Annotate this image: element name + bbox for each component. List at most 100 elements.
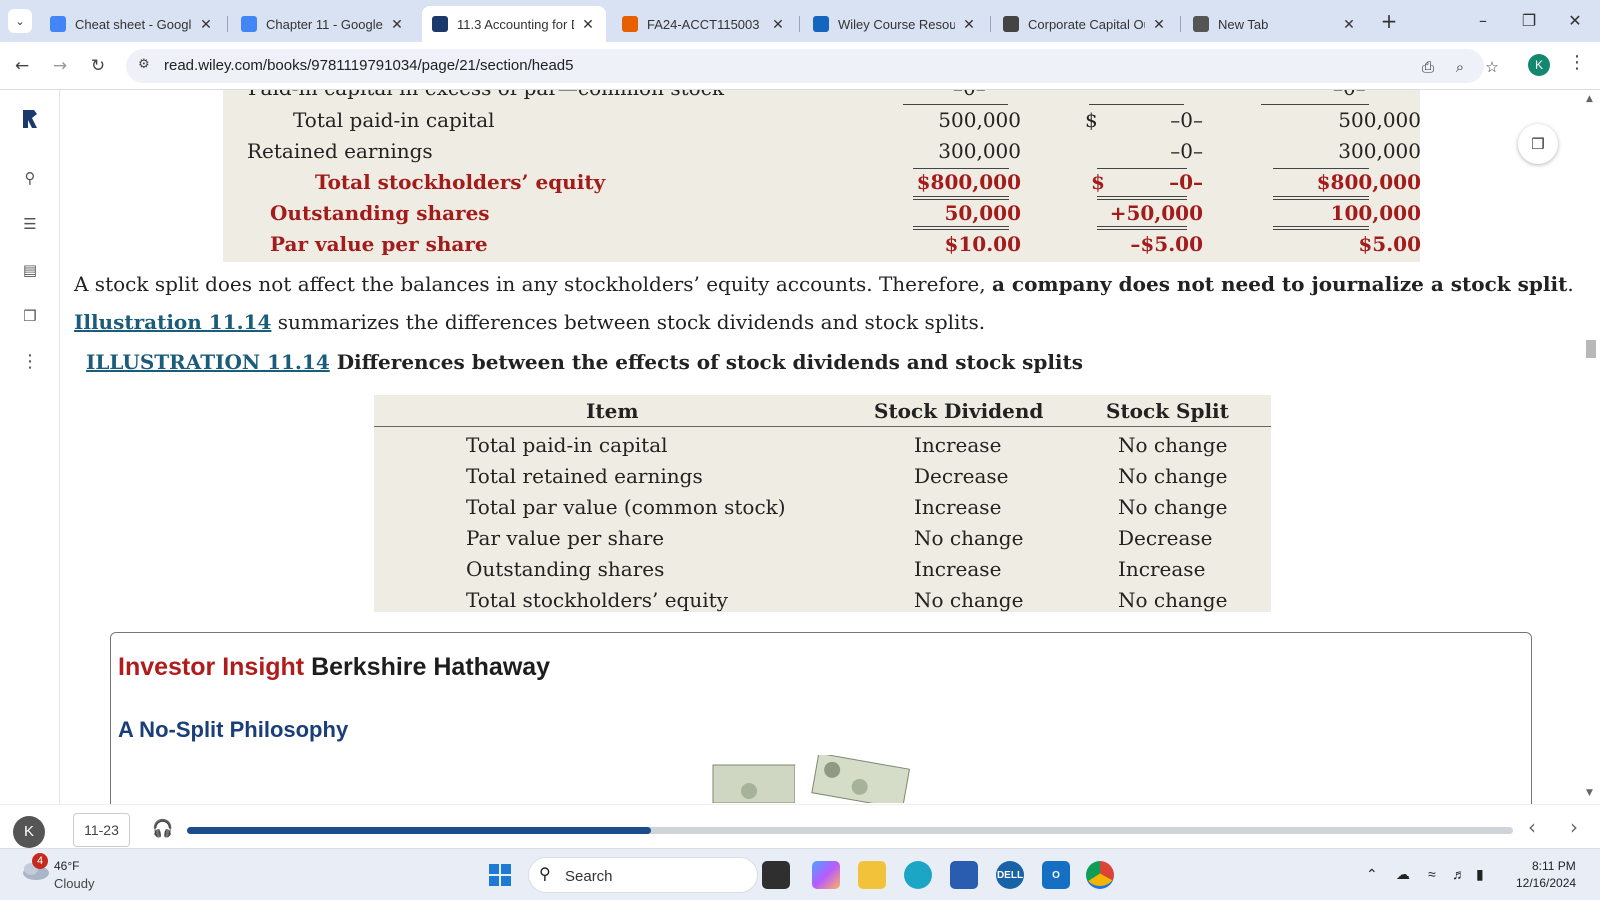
table-row: Total stockholders’ equity $800,000 $ –0…: [315, 170, 1421, 194]
weather-condition[interactable]: Cloudy: [54, 876, 94, 891]
stock-split-effects-table: Paid-in capital in excess of par—common …: [223, 90, 1421, 262]
outlook-icon[interactable]: O: [1042, 861, 1070, 889]
close-tab-icon[interactable]: ✕: [770, 16, 786, 33]
site-settings-icon[interactable]: ⚙: [138, 57, 150, 72]
taskbar-search[interactable]: ⚲ Search: [528, 857, 758, 893]
clock-date[interactable]: 12/16/2024: [1516, 876, 1576, 890]
clock-time[interactable]: 8:11 PM: [1532, 859, 1576, 873]
column-header: Stock Dividend: [874, 399, 1044, 423]
table-row: Par value per share $10.00 –$5.00 $5.00: [270, 232, 1421, 256]
close-tab-icon[interactable]: ✕: [1341, 16, 1357, 33]
table-of-contents-icon[interactable]: ☰: [18, 212, 42, 236]
close-tab-icon[interactable]: ✕: [389, 16, 405, 33]
illustration-label-link[interactable]: ILLUSTRATION 11.14: [86, 350, 330, 374]
chatgpt-icon: [1003, 16, 1019, 32]
tab-title: Cheat sheet - Google: [75, 16, 192, 32]
zoom-icon[interactable]: ⌕: [1448, 55, 1472, 79]
search-icon[interactable]: ⚲: [18, 166, 42, 190]
wifi-icon[interactable]: ≈: [1428, 866, 1436, 882]
chrome-icon[interactable]: [1086, 861, 1114, 889]
windows-start-icon[interactable]: [488, 863, 512, 887]
url-text[interactable]: read.wiley.com/books/9781119791034/page/…: [164, 57, 573, 74]
reading-progress-bar[interactable]: [187, 827, 1513, 834]
copilot-icon[interactable]: [812, 861, 840, 889]
task-view-icon[interactable]: [762, 861, 790, 889]
tab-title: Wiley Course Resour: [838, 16, 955, 32]
illustration-link[interactable]: Illustration 11.14: [74, 310, 271, 334]
scroll-up-arrow-icon[interactable]: ▲: [1586, 94, 1593, 104]
table-row: Total paid-in capital 500,000 $ –0– 500,…: [293, 108, 1421, 132]
table-row: Total retained earnings Decrease No change: [374, 460, 1271, 491]
bookmark-star-icon[interactable]: ☆: [1480, 55, 1504, 79]
browser-tab[interactable]: 11.3 Accounting for D ✕: [422, 6, 606, 42]
new-tab-plus-icon[interactable]: +: [1376, 8, 1402, 34]
edge-icon[interactable]: [904, 861, 932, 889]
bookmark-page-icon[interactable]: ❒: [1518, 124, 1558, 164]
page-number-input[interactable]: 11-23: [73, 813, 130, 847]
close-window-icon[interactable]: ✕: [1552, 6, 1598, 36]
scrollbar-thumb[interactable]: [1586, 340, 1596, 358]
back-arrow-icon[interactable]: ←: [8, 52, 36, 80]
scroll-down-arrow-icon[interactable]: ▼: [1586, 788, 1593, 798]
minimize-icon[interactable]: –: [1460, 6, 1506, 36]
illustration-title: ILLUSTRATION 11.14 Differences between t…: [86, 350, 1084, 374]
weather-temperature[interactable]: 46°F: [54, 859, 79, 873]
column-header: Stock Split: [1106, 399, 1229, 423]
body-paragraph: Illustration 11.14 summarizes the differ…: [74, 310, 986, 334]
table-cell: No change: [1118, 495, 1228, 519]
chrome-profile-avatar[interactable]: K: [1528, 54, 1550, 76]
previous-page-icon[interactable]: ‹: [1528, 815, 1536, 839]
close-tab-icon[interactable]: ✕: [198, 16, 214, 33]
audio-headphones-icon[interactable]: 🎧: [152, 819, 173, 839]
notes-icon[interactable]: ▤: [18, 258, 42, 282]
user-avatar[interactable]: K: [13, 816, 45, 848]
windows-taskbar: 4 46°F Cloudy ⚲ Search DELL O ⌃ ☁ ≈ ♬ ▮ …: [0, 848, 1600, 900]
tab-title: Corporate Capital Ou: [1028, 16, 1145, 32]
chrome-menu-icon[interactable]: ⋮: [1568, 52, 1586, 73]
reload-icon[interactable]: ↻: [84, 52, 112, 80]
next-page-icon[interactable]: ›: [1570, 815, 1578, 839]
differences-table: Item Stock Dividend Stock Split Total pa…: [374, 395, 1271, 612]
content-scrollbar[interactable]: ▲ ▼: [1580, 90, 1600, 804]
table-header-row: Item Stock Dividend Stock Split: [374, 395, 1271, 427]
google-docs-icon: [241, 16, 257, 32]
tab-search-chevron-icon[interactable]: ⌄: [8, 9, 32, 33]
tab-title: 11.3 Accounting for D: [457, 16, 574, 32]
browser-tab[interactable]: Cheat sheet - Google ✕: [40, 6, 224, 42]
file-explorer-icon[interactable]: [858, 861, 886, 889]
browser-tab[interactable]: FA24-ACCT115003 Fu ✕: [612, 6, 796, 42]
table-row: Outstanding shares 50,000 +50,000 100,00…: [270, 201, 1421, 225]
table-cell: Total paid-in capital: [466, 433, 668, 457]
dell-icon[interactable]: DELL: [996, 861, 1024, 889]
table-cell: No change: [914, 588, 1024, 612]
table-cell: Decrease: [1118, 526, 1213, 550]
taskbar-search-placeholder: Search: [565, 868, 613, 885]
close-tab-icon[interactable]: ✕: [961, 16, 977, 33]
forward-arrow-icon[interactable]: →: [46, 52, 74, 80]
tab-separator: [227, 16, 228, 32]
close-tab-icon[interactable]: ✕: [1151, 16, 1167, 33]
table-cell: Increase: [914, 433, 1002, 457]
volume-icon[interactable]: ♬: [1452, 866, 1466, 882]
table-cell: Decrease: [914, 464, 1009, 488]
install-app-icon[interactable]: ⎙: [1416, 55, 1440, 79]
address-bar[interactable]: ⚙ read.wiley.com/books/9781119791034/pag…: [126, 49, 1499, 83]
table-cell: No change: [1118, 464, 1228, 488]
show-hidden-icons-chevron-icon[interactable]: ⌃: [1366, 866, 1378, 883]
browser-tab[interactable]: New Tab ✕: [1183, 6, 1367, 42]
bookmarks-icon[interactable]: ❒: [18, 304, 42, 328]
restore-icon[interactable]: ❐: [1506, 6, 1552, 36]
battery-icon[interactable]: ▮: [1476, 866, 1484, 883]
more-options-icon[interactable]: ⋮: [18, 350, 42, 374]
table-row: Par value per share No change Decrease: [374, 522, 1271, 553]
table-cell: Increase: [914, 557, 1002, 581]
browser-tab[interactable]: Chapter 11 - Google ✕: [231, 6, 415, 42]
microsoft-store-icon[interactable]: [950, 861, 978, 889]
browser-tab[interactable]: Wiley Course Resour ✕: [803, 6, 987, 42]
close-tab-icon[interactable]: ✕: [580, 16, 596, 33]
wiley-logo-icon[interactable]: [20, 108, 40, 130]
browser-tab[interactable]: Corporate Capital Ou ✕: [993, 6, 1177, 42]
tab-title: New Tab: [1218, 16, 1269, 32]
onedrive-cloud-icon[interactable]: ☁: [1396, 866, 1410, 883]
table-cell: Total par value (common stock): [466, 495, 786, 519]
